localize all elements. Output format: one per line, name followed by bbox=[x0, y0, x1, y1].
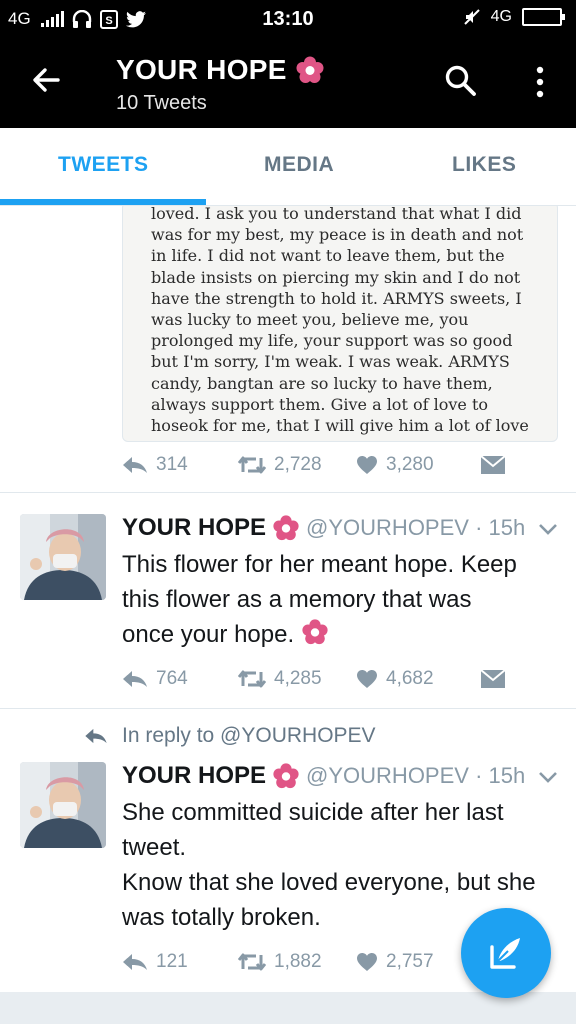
profile-title: YOUR HOPE bbox=[116, 54, 325, 86]
heart-icon bbox=[357, 670, 377, 688]
retweet-icon bbox=[238, 670, 266, 688]
tweet-text: This flower for her meant hope. Keep thi… bbox=[122, 551, 517, 648]
compose-tweet-icon bbox=[490, 938, 520, 969]
tweet-divider bbox=[0, 492, 576, 493]
retweet-button[interactable]: 2,728 bbox=[238, 454, 356, 476]
more-options-icon[interactable] bbox=[530, 64, 550, 100]
like-count: 4,682 bbox=[386, 668, 434, 689]
tweet-actions: 764 4,285 4,682 bbox=[122, 668, 506, 690]
back-arrow-icon[interactable] bbox=[28, 62, 64, 98]
tweet-count: 10 Tweets bbox=[116, 92, 207, 114]
tweet-header: YOUR HOPE @YOURHOPEV · 15h bbox=[122, 514, 526, 542]
reply-icon bbox=[85, 728, 107, 744]
battery-icon bbox=[522, 8, 565, 26]
mute-icon bbox=[463, 9, 480, 25]
tweet-divider bbox=[0, 708, 576, 709]
author-name[interactable]: YOUR HOPE bbox=[122, 762, 266, 790]
flower-emoji-icon bbox=[273, 763, 299, 789]
tweet-actions: 121 1,882 2,757 bbox=[122, 951, 480, 973]
feed-bottom-edge bbox=[0, 992, 576, 1024]
tweet-time: 15h bbox=[488, 763, 526, 788]
tab-likes[interactable]: LIKES bbox=[452, 153, 516, 177]
avatar[interactable] bbox=[20, 514, 106, 600]
search-icon[interactable] bbox=[444, 64, 478, 98]
tweet-actions: 314 2,728 3,280 bbox=[122, 454, 506, 476]
avatar-photo bbox=[20, 514, 106, 600]
reply-count: 121 bbox=[156, 951, 188, 972]
like-count: 2,757 bbox=[386, 951, 434, 972]
network-type-right: 4G bbox=[490, 8, 512, 25]
like-button[interactable]: 3,280 bbox=[356, 454, 480, 476]
retweet-count: 1,882 bbox=[274, 951, 322, 972]
reply-context-text: In reply to @YOURHOPEV bbox=[122, 724, 376, 747]
retweet-icon bbox=[238, 953, 266, 971]
chevron-down-icon[interactable] bbox=[538, 522, 558, 536]
reply-button[interactable]: 121 bbox=[122, 951, 238, 973]
retweet-icon bbox=[238, 456, 266, 474]
tweet-image[interactable]: loved. I ask you to understand that what… bbox=[122, 206, 558, 442]
reply-count: 314 bbox=[156, 454, 188, 475]
direct-message-icon[interactable] bbox=[480, 669, 506, 689]
retweet-button[interactable]: 4,285 bbox=[238, 668, 356, 690]
reply-button[interactable]: 314 bbox=[122, 454, 238, 476]
flower-emoji-icon bbox=[296, 56, 324, 83]
author-name[interactable]: YOUR HOPE bbox=[122, 514, 266, 542]
reply-button[interactable]: 764 bbox=[122, 668, 238, 690]
reply-icon bbox=[123, 457, 147, 473]
heart-icon bbox=[357, 456, 377, 474]
profile-name: YOUR HOPE bbox=[116, 54, 287, 85]
reply-count: 764 bbox=[156, 668, 188, 689]
reply-icon bbox=[123, 671, 147, 687]
tweet-feed[interactable]: loved. I ask you to understand that what… bbox=[0, 206, 576, 1024]
tweet-header: YOUR HOPE @YOURHOPEV · 15h bbox=[122, 762, 526, 790]
status-bar: 4G S 13:10 4G bbox=[0, 0, 576, 40]
like-button[interactable]: 4,682 bbox=[356, 668, 480, 690]
heart-icon bbox=[357, 953, 377, 971]
flower-emoji-icon bbox=[273, 515, 299, 541]
profile-tabs: TWEETS MEDIA LIKES bbox=[0, 128, 576, 206]
author-handle[interactable]: @YOURHOPEV bbox=[306, 763, 469, 789]
tweet-time: 15h bbox=[488, 515, 526, 540]
chevron-down-icon[interactable] bbox=[538, 770, 558, 784]
handwritten-note-text: loved. I ask you to understand that what… bbox=[151, 206, 529, 436]
author-handle[interactable]: @YOURHOPEV bbox=[306, 515, 469, 541]
avatar[interactable] bbox=[20, 762, 106, 848]
retweet-count: 4,285 bbox=[274, 668, 322, 689]
tab-media[interactable]: MEDIA bbox=[264, 153, 334, 177]
profile-header: YOUR HOPE 10 Tweets bbox=[0, 40, 576, 128]
compose-tweet-button[interactable] bbox=[461, 908, 551, 998]
avatar-photo bbox=[20, 762, 106, 848]
flower-emoji-icon bbox=[302, 619, 328, 645]
tab-tweets[interactable]: TWEETS bbox=[58, 153, 149, 177]
reply-icon bbox=[123, 954, 147, 970]
direct-message-icon[interactable] bbox=[480, 455, 506, 475]
reply-context[interactable]: In reply to @YOURHOPEV bbox=[84, 724, 376, 748]
retweet-count: 2,728 bbox=[274, 454, 322, 475]
active-tab-indicator bbox=[0, 199, 206, 205]
retweet-button[interactable]: 1,882 bbox=[238, 951, 356, 973]
like-count: 3,280 bbox=[386, 454, 434, 475]
